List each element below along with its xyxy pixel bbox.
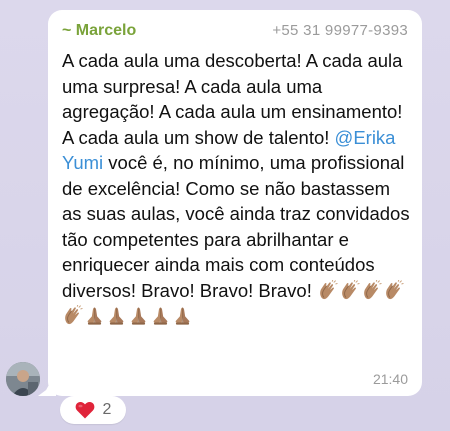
sender-phone: +55 31 99977-9393 — [272, 22, 408, 39]
folded-hands-icon — [150, 305, 171, 326]
sender-name[interactable]: ~ Marcelo — [62, 22, 136, 40]
clapping-hands-icon — [62, 305, 83, 326]
clapping-hands-icon — [317, 279, 338, 301]
clapping-hands-icon — [383, 279, 404, 301]
message-text-part-2: você é, no mínimo, uma profissional de e… — [62, 152, 410, 301]
message-time: 21:40 — [372, 371, 408, 387]
reaction-count: 2 — [102, 401, 112, 418]
folded-hands-icon — [106, 305, 127, 326]
message-bubble[interactable]: ~ Marcelo +55 31 99977-9393 A cada aula … — [48, 10, 422, 396]
message-header: ~ Marcelo +55 31 99977-9393 — [62, 22, 408, 42]
folded-hands-icon — [128, 305, 149, 326]
folded-hands-icon — [172, 305, 193, 326]
reaction-pill[interactable]: 2 — [60, 396, 126, 424]
message-text: A cada aula uma descoberta! A cada aula … — [62, 48, 410, 329]
profile-photo-icon — [6, 362, 40, 396]
clapping-hands-icon — [361, 279, 382, 301]
red-heart-icon — [75, 401, 94, 419]
clapping-hands-icon — [339, 279, 360, 301]
sender-avatar[interactable] — [6, 362, 40, 396]
folded-hands-icon — [84, 305, 105, 326]
